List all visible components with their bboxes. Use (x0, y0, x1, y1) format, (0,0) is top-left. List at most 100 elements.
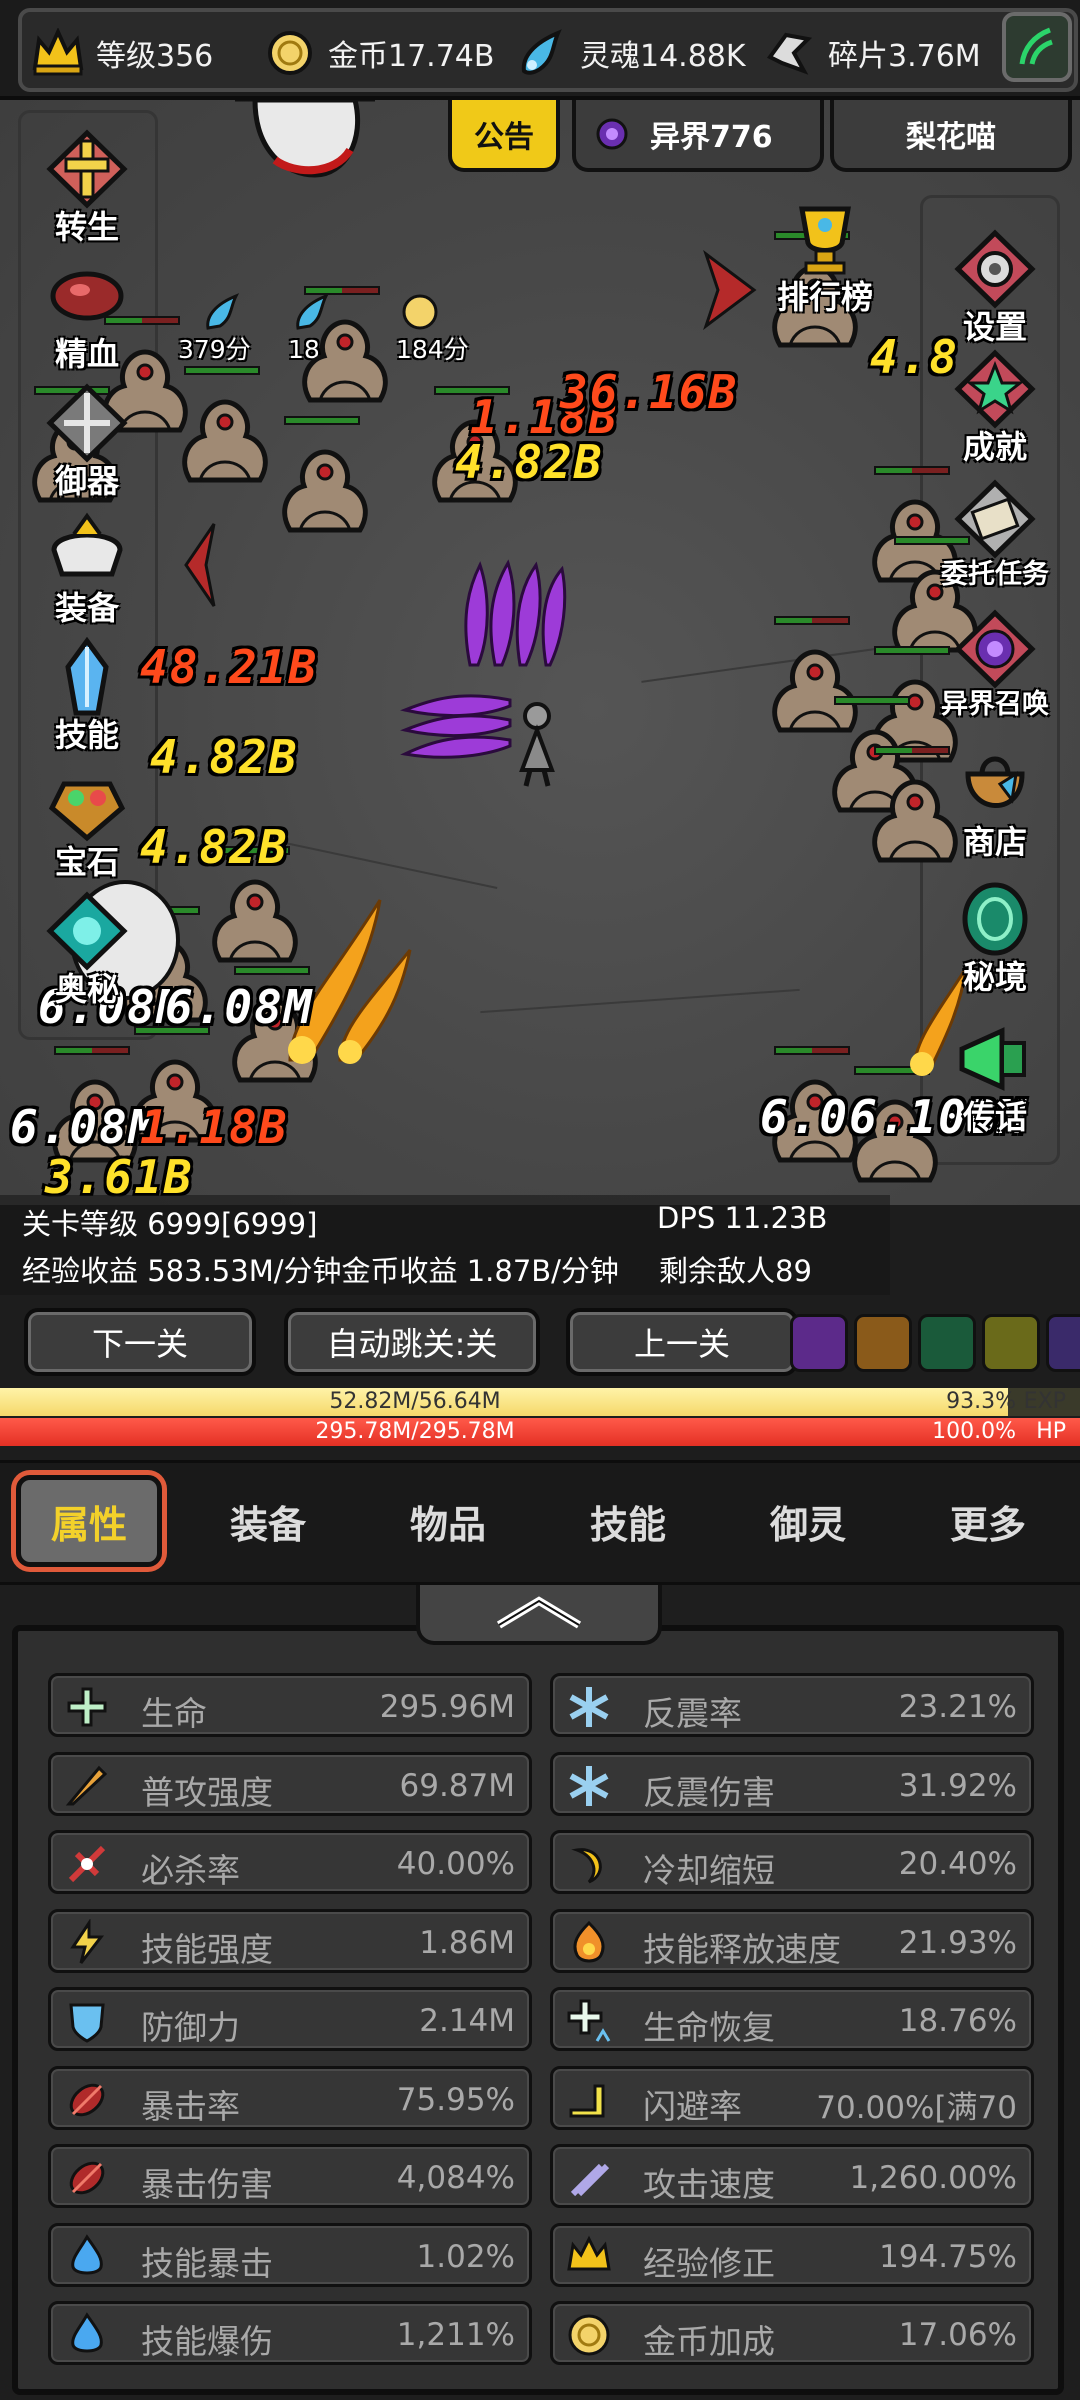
hp-value: 295.78M/295.78M (315, 1419, 515, 1444)
task-scroll-icon (949, 479, 1041, 559)
next-stage-button[interactable]: 下一关 (24, 1308, 256, 1376)
player-name-button[interactable]: 梨花喵 (830, 100, 1072, 172)
damage-number: 1.18B (140, 1100, 289, 1154)
side-menu-label: 排行榜 (776, 278, 873, 316)
stat-row[interactable]: 暴击伤害 4,084% (48, 2144, 532, 2208)
side-menu-label: 商店 (962, 823, 1027, 861)
stat-name: 生命 (141, 1694, 207, 1733)
shard-icon (762, 25, 818, 81)
stat-row[interactable]: 生命恢复 18.76% (550, 1987, 1034, 2051)
side-menu-button-right[interactable]: 商店 (930, 745, 1060, 865)
tab-more[interactable]: 更多 (918, 1475, 1058, 1567)
stat-value: 1.86M (419, 1924, 515, 1961)
stat-row[interactable]: 技能爆伤 1,211% (48, 2301, 532, 2365)
stat-name: 攻击速度 (643, 2165, 775, 2204)
cooldown-icon (563, 1838, 615, 1890)
tab-attributes[interactable]: 属性 (16, 1475, 162, 1567)
stat-row[interactable]: 暴击率 75.95% (48, 2065, 532, 2130)
stat-row[interactable]: 生命 295.96M (48, 1673, 532, 1737)
coin-icon (563, 2309, 615, 2361)
side-menu-button-left[interactable]: 转生 (22, 129, 152, 250)
chevron-up-icon (496, 1596, 582, 1629)
crit-rate-icon (61, 2074, 113, 2126)
buff-icon[interactable] (982, 1314, 1040, 1372)
battle-info-panel: 关卡等级 6999[6999] DPS 11.23B 经验收益 583.53M/… (0, 1195, 890, 1295)
otherworld-button[interactable]: 异界776 (572, 100, 824, 172)
soul-icon (514, 25, 570, 81)
damage-number: 48.21B (140, 640, 319, 694)
stat-name: 反震率 (643, 1694, 742, 1733)
side-menu-label: 成就 (962, 428, 1027, 466)
stat-name: 生命恢复 (643, 2008, 775, 2047)
side-menu-button-right[interactable]: 成就 (930, 349, 1060, 470)
collapse-button[interactable] (416, 1585, 662, 1645)
stat-row[interactable]: 普攻强度 69.87M (48, 1751, 532, 1816)
gold-resource: 金币17.74B (262, 18, 494, 88)
artifact-icon (41, 383, 133, 463)
equipment-icon (41, 511, 133, 589)
enemy-hp-bar (54, 1046, 130, 1055)
stat-value: 2.14M (419, 2003, 515, 2039)
damage-number: 4.82B (140, 820, 289, 874)
stat-name: 防御力 (141, 2008, 240, 2047)
side-menu-button-left[interactable]: 技能 (22, 637, 152, 758)
side-menu-button-left[interactable]: 精血 (22, 257, 152, 377)
tab-items[interactable]: 物品 (378, 1475, 518, 1567)
otherworld-label: 异界776 (650, 120, 773, 155)
side-menu-button-left[interactable]: 御器 (22, 383, 152, 504)
skill-crit-icon (61, 2231, 113, 2283)
prev-stage-button[interactable]: 上一关 (566, 1308, 798, 1376)
stat-row[interactable]: 反震率 23.21% (550, 1673, 1034, 1737)
side-menu-button-right[interactable]: 传话 (930, 1020, 1060, 1140)
stat-row[interactable]: 必杀率 40.00% (48, 1830, 532, 1894)
side-menu-button-left[interactable]: 奥秘 (22, 891, 152, 1012)
stat-row[interactable]: 技能强度 1.86M (48, 1908, 532, 1973)
stat-name: 技能暴击 (141, 2243, 273, 2283)
stat-value: 75.95% (396, 2081, 515, 2118)
counter-damage-icon (563, 1760, 615, 1812)
soul-resource: 灵魂14.88K (514, 18, 746, 88)
side-menu-button-right[interactable]: 排行榜 (760, 200, 890, 320)
tab-equipment[interactable]: 装备 (198, 1475, 338, 1567)
enemy (170, 366, 280, 490)
stat-value: 69.87M (399, 1767, 516, 1804)
stat-name: 闪避率 (643, 2086, 742, 2126)
tab-spirits[interactable]: 御灵 (738, 1475, 878, 1567)
damage-number: 6.08M (10, 1100, 159, 1154)
red-arrow-indicator (700, 249, 760, 331)
enemies-left-text: 剩余敌人89 (659, 1254, 812, 1288)
stat-row[interactable]: 技能释放速度 21.93% (550, 1908, 1034, 1973)
announcement-button[interactable]: 公告 (448, 100, 560, 172)
side-menu-button-right[interactable]: 设置 (930, 229, 1060, 350)
soul-text: 灵魂14.88K (580, 39, 746, 74)
buff-icon[interactable] (854, 1314, 912, 1372)
stat-name: 技能释放速度 (643, 1929, 841, 1969)
side-menu-button-right[interactable]: 异界召唤 (930, 609, 1060, 730)
stat-row[interactable]: 防御力 2.14M (48, 1987, 532, 2051)
stat-row[interactable]: 金币加成 17.06% (550, 2301, 1034, 2365)
buff-list (790, 1314, 1080, 1372)
gem-icon (41, 765, 133, 843)
buff-icon[interactable] (790, 1314, 848, 1372)
skill-crit-damage-icon (61, 2309, 113, 2361)
stat-row[interactable]: 攻击速度 1,260.00% (550, 2144, 1034, 2208)
side-menu-button-right[interactable]: 秘境 (930, 880, 1060, 1000)
side-menu-button-right[interactable]: 委托任务 (930, 479, 1060, 600)
enemy-hp-bar (304, 286, 380, 295)
stat-row[interactable]: 反震伤害 31.92% (550, 1751, 1034, 1816)
buff-icon[interactable] (1046, 1314, 1080, 1372)
stat-row[interactable]: 闪避率 70.00%[满70 (550, 2065, 1034, 2130)
shop-bag-icon (949, 745, 1041, 823)
stat-row[interactable]: 冷却缩短 20.40% (550, 1830, 1034, 1894)
attack-icon (61, 1760, 113, 1812)
side-menu-button-left[interactable]: 装备 (22, 511, 152, 631)
tab-skills[interactable]: 技能 (558, 1475, 698, 1567)
menu-button[interactable] (1002, 12, 1072, 82)
stat-row[interactable]: 技能暴击 1.02% (48, 2222, 532, 2287)
auto-skip-toggle[interactable]: 自动跳关:关 (284, 1308, 540, 1376)
stat-value: 18.76% (898, 2003, 1017, 2039)
summon-vortex-icon (949, 609, 1041, 689)
side-menu-button-left[interactable]: 宝石 (22, 765, 152, 885)
buff-icon[interactable] (918, 1314, 976, 1372)
stat-row[interactable]: 经验修正 194.75% (550, 2222, 1034, 2287)
